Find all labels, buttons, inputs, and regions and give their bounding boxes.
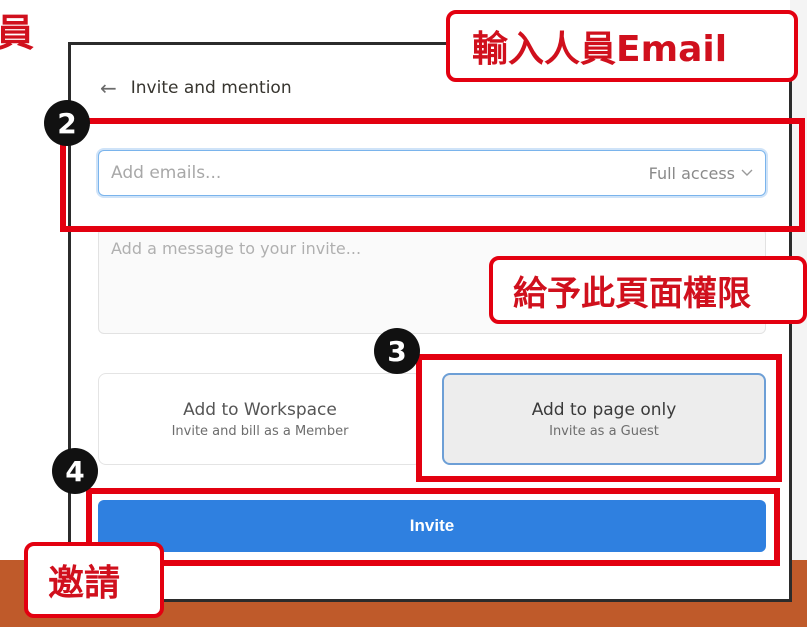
- callout-email: 輸入人員Email: [446, 10, 798, 82]
- callout-permission: 給予此頁面權限: [489, 256, 807, 324]
- message-placeholder: Add a message to your invite...: [111, 239, 362, 258]
- dialog-header: ← Invite and mention: [100, 76, 292, 100]
- callout-fragment: 員: [0, 11, 35, 55]
- dialog-title: Invite and mention: [130, 78, 292, 98]
- step-4-badge: 4: [52, 448, 98, 494]
- add-to-workspace-option[interactable]: Add to Workspace Invite and bill as a Me…: [98, 373, 422, 465]
- callout-invite: 邀請: [24, 542, 164, 618]
- option-title: Add to Workspace: [183, 399, 337, 420]
- left-arrow-icon[interactable]: ←: [100, 76, 117, 100]
- highlight-email: [60, 118, 805, 232]
- step-3-badge: 3: [374, 328, 420, 374]
- highlight-page-option: [416, 354, 782, 482]
- highlight-invite: [86, 488, 780, 566]
- option-subtitle: Invite and bill as a Member: [171, 423, 349, 439]
- step-2-badge: 2: [44, 100, 90, 146]
